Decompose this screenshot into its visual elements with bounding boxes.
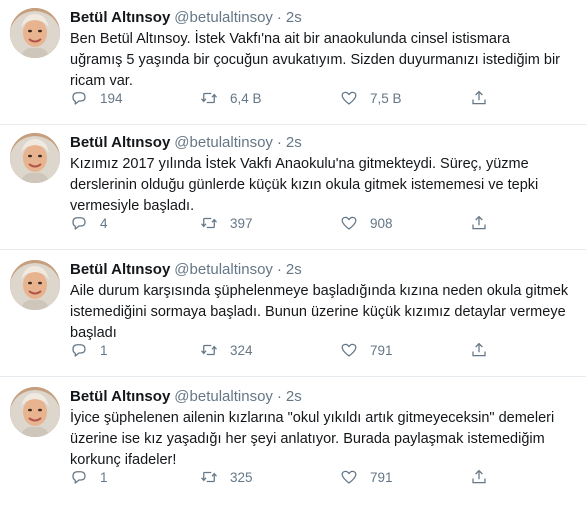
author-name[interactable]: Betül Altınsoy — [70, 9, 170, 26]
share-icon — [472, 469, 486, 484]
retweet-button[interactable]: 6,4 B — [200, 88, 262, 108]
like-count: 791 — [370, 342, 393, 358]
heart-icon — [341, 470, 357, 484]
avatar[interactable] — [10, 260, 60, 310]
tweet-text-line: Ben Betül Altınsoy. İstek Vakfı'na ait b… — [70, 31, 510, 47]
avatar[interactable] — [10, 8, 60, 58]
reply-count: 1 — [100, 342, 108, 358]
tweet-text-line: üzerine ise kız yaşadığı her şeyi anlatı… — [70, 431, 545, 447]
share-icon — [472, 342, 486, 357]
retweet-count: 397 — [230, 215, 253, 231]
tweet-time[interactable]: 2s — [286, 388, 302, 405]
tweet-text-line: Aile durum karşısında şüphelenmeye başla… — [70, 283, 569, 299]
reply-count: 4 — [100, 215, 108, 231]
tweet-text-line: uğramış 5 yaşında bir çocuğun avukatıyım… — [70, 52, 561, 68]
avatar-image — [10, 260, 60, 310]
avatar[interactable] — [10, 133, 60, 183]
tweet-header: Betül Altınsoy @betulaltinsoy · 2s — [70, 387, 302, 407]
tweet-actions: 1 325 791 — [70, 467, 500, 487]
tweet-text-line: İyice şüphelenen ailenin kızlarına "okul… — [70, 410, 555, 426]
tweet-text-line: Kızımız 2017 yılında İstek Vakfı Anaokul… — [70, 156, 529, 172]
separator-dot: · — [276, 9, 282, 26]
share-icon — [472, 90, 486, 105]
share-button[interactable] — [470, 213, 500, 233]
share-button[interactable] — [470, 340, 500, 360]
reply-count: 1 — [100, 469, 108, 485]
tweet-actions: 4 397 908 — [70, 213, 500, 233]
share-button[interactable] — [470, 467, 500, 487]
separator-dot: · — [276, 134, 282, 151]
tweet-text: Aile durum karşısında şüphelenmeye başla… — [70, 281, 575, 344]
retweet-button[interactable]: 397 — [200, 213, 253, 233]
like-count: 791 — [370, 469, 393, 485]
tweet-time[interactable]: 2s — [286, 9, 302, 26]
heart-icon — [341, 216, 357, 230]
like-button[interactable]: 7,5 B — [340, 88, 402, 108]
heart-icon — [341, 343, 357, 357]
share-button[interactable] — [470, 88, 500, 108]
reply-icon — [72, 471, 86, 484]
tweet-text: Kızımız 2017 yılında İstek Vakfı Anaokul… — [70, 154, 575, 217]
like-button[interactable]: 908 — [340, 213, 393, 233]
like-count: 908 — [370, 215, 393, 231]
tweet[interactable]: Betül Altınsoy @betulaltinsoy · 2s Ben Betü… — [0, 0, 586, 125]
author-name[interactable]: Betül Altınsoy — [70, 388, 170, 405]
retweet-icon — [201, 471, 217, 483]
reply-icon — [72, 344, 86, 357]
separator-dot: · — [276, 388, 282, 405]
author-handle[interactable]: @betulaltinsoy — [174, 261, 273, 278]
heart-icon — [341, 91, 357, 105]
retweet-button[interactable]: 325 — [200, 467, 253, 487]
avatar-image — [10, 387, 60, 437]
tweet-thread: Betül Altınsoy @betulaltinsoy · 2s Ben Betü… — [0, 0, 586, 506]
like-button[interactable]: 791 — [340, 467, 393, 487]
retweet-button[interactable]: 324 — [200, 340, 253, 360]
tweet[interactable]: Betül Altınsoy @betulaltinsoy · 2s Aile dur… — [0, 252, 586, 377]
retweet-icon — [201, 344, 217, 356]
retweet-icon — [201, 217, 217, 229]
reply-button[interactable]: 4 — [70, 213, 108, 233]
author-handle[interactable]: @betulaltinsoy — [174, 9, 273, 26]
retweet-icon — [201, 92, 217, 104]
like-count: 7,5 B — [370, 90, 402, 106]
tweet-text-line: istemediğini sormaya başladı. Bunun üzer… — [70, 304, 566, 320]
avatar-image — [10, 133, 60, 183]
like-button[interactable]: 791 — [340, 340, 393, 360]
reply-count: 194 — [100, 90, 123, 106]
author-name[interactable]: Betül Altınsoy — [70, 261, 170, 278]
tweet-header: Betül Altınsoy @betulaltinsoy · 2s — [70, 133, 302, 153]
share-icon — [472, 215, 486, 230]
reply-icon — [72, 92, 86, 105]
tweet-header: Betül Altınsoy @betulaltinsoy · 2s — [70, 8, 302, 28]
tweet-text-line: derslerinin olduğu günlerde küçük kızın … — [70, 177, 539, 193]
reply-button[interactable]: 194 — [70, 88, 123, 108]
tweet-actions: 1 324 791 — [70, 340, 500, 360]
tweet-header: Betül Altınsoy @betulaltinsoy · 2s — [70, 260, 302, 280]
author-handle[interactable]: @betulaltinsoy — [174, 388, 273, 405]
retweet-count: 324 — [230, 342, 253, 358]
tweet-actions: 194 6,4 B 7,5 B — [70, 88, 500, 108]
avatar[interactable] — [10, 387, 60, 437]
tweet-time[interactable]: 2s — [286, 261, 302, 278]
retweet-count: 6,4 B — [230, 90, 262, 106]
avatar-image — [10, 8, 60, 58]
tweet[interactable]: Betül Altınsoy @betulaltinsoy · 2s İyice şü… — [0, 379, 586, 504]
reply-button[interactable]: 1 — [70, 340, 108, 360]
retweet-count: 325 — [230, 469, 253, 485]
tweet-text: Ben Betül Altınsoy. İstek Vakfı'na ait b… — [70, 29, 575, 92]
author-name[interactable]: Betül Altınsoy — [70, 134, 170, 151]
author-handle[interactable]: @betulaltinsoy — [174, 134, 273, 151]
tweet-text: İyice şüphelenen ailenin kızlarına "okul… — [70, 408, 575, 471]
tweet[interactable]: Betül Altınsoy @betulaltinsoy · 2s Kızımız … — [0, 125, 586, 250]
reply-icon — [72, 217, 86, 230]
separator-dot: · — [276, 261, 282, 278]
reply-button[interactable]: 1 — [70, 467, 108, 487]
tweet-time[interactable]: 2s — [286, 134, 302, 151]
